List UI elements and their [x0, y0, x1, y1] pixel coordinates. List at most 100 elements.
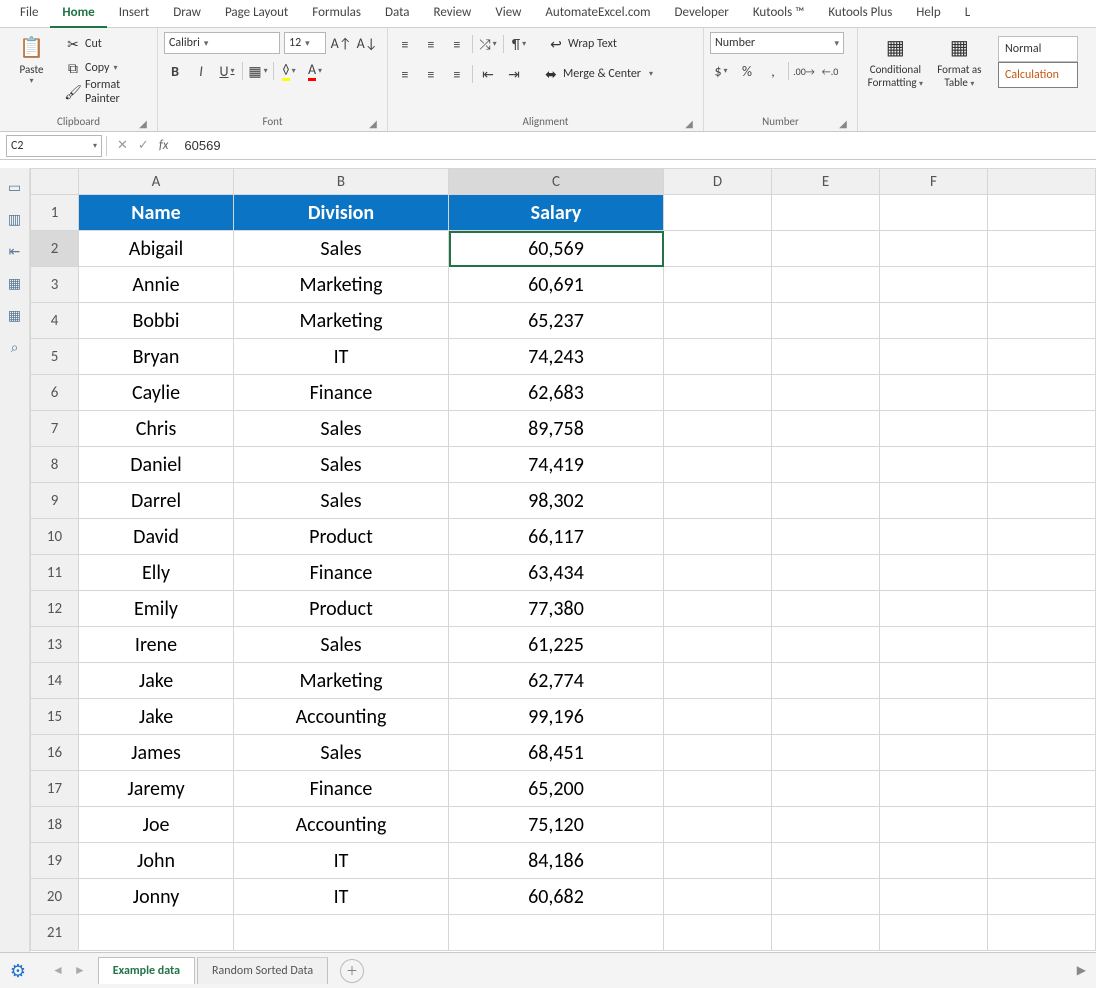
cell[interactable] [664, 663, 772, 699]
cell[interactable] [772, 195, 880, 231]
cell[interactable] [880, 519, 988, 555]
cell[interactable]: 65,200 [449, 771, 664, 807]
underline-button[interactable]: U [216, 60, 238, 82]
decrease-font-button[interactable]: A↓ [356, 32, 378, 54]
cell[interactable]: 62,774 [449, 663, 664, 699]
row-header-9[interactable]: 9 [31, 483, 79, 519]
cell[interactable] [880, 771, 988, 807]
cell[interactable]: 60,691 [449, 267, 664, 303]
rail-icon-6[interactable]: ⌕ [6, 338, 24, 356]
cell[interactable] [880, 807, 988, 843]
row-header-13[interactable]: 13 [31, 627, 79, 663]
cell[interactable] [772, 555, 880, 591]
align-center-button[interactable]: ≡ [420, 63, 442, 85]
row-header-5[interactable]: 5 [31, 339, 79, 375]
cell[interactable]: Marketing [234, 303, 449, 339]
cell[interactable] [880, 699, 988, 735]
cell[interactable]: Daniel [79, 447, 234, 483]
sheet-tab-other[interactable]: Random Sorted Data [197, 957, 328, 984]
border-button[interactable]: ▦ [247, 60, 269, 82]
cell[interactable] [772, 411, 880, 447]
cell[interactable]: Sales [234, 483, 449, 519]
cell[interactable] [880, 267, 988, 303]
cell[interactable]: Caylie [79, 375, 234, 411]
row-header-15[interactable]: 15 [31, 699, 79, 735]
cell[interactable]: 60,682 [449, 879, 664, 915]
cell[interactable]: Darrel [79, 483, 234, 519]
cell[interactable] [988, 519, 1096, 555]
align-right-button[interactable]: ≡ [446, 63, 468, 85]
cell[interactable] [988, 375, 1096, 411]
text-direction-button[interactable]: ¶ [508, 33, 530, 55]
cell[interactable] [880, 555, 988, 591]
cell[interactable]: IT [234, 339, 449, 375]
scroll-right-button[interactable]: ▶ [1077, 963, 1086, 978]
row-header-3[interactable]: 3 [31, 267, 79, 303]
select-all-corner[interactable] [31, 169, 79, 195]
cell[interactable] [664, 771, 772, 807]
settings-button[interactable]: ⚙ [6, 959, 30, 983]
cell[interactable]: 61,225 [449, 627, 664, 663]
paste-button[interactable]: 📋 Paste ▾ [6, 32, 57, 88]
cell[interactable] [772, 771, 880, 807]
tab-kutools-[interactable]: Kutools ™ [741, 0, 817, 28]
row-header-12[interactable]: 12 [31, 591, 79, 627]
cell[interactable] [880, 915, 988, 951]
row-header-21[interactable]: 21 [31, 915, 79, 951]
header-cell[interactable]: Salary [449, 195, 664, 231]
cell[interactable] [772, 231, 880, 267]
increase-font-button[interactable]: A↑ [330, 32, 352, 54]
cell[interactable] [772, 339, 880, 375]
cell[interactable] [664, 267, 772, 303]
conditional-formatting-button[interactable]: ▦ Conditional Formatting ▾ [864, 32, 927, 91]
row-header-8[interactable]: 8 [31, 447, 79, 483]
cell[interactable]: Jake [79, 699, 234, 735]
cell[interactable] [664, 195, 772, 231]
cell[interactable]: 77,380 [449, 591, 664, 627]
col-header-F[interactable]: F [880, 169, 988, 195]
cell[interactable] [772, 375, 880, 411]
increase-decimal-button[interactable]: .00→ [793, 60, 815, 82]
tab-developer[interactable]: Developer [663, 0, 741, 28]
align-middle-button[interactable]: ≡ [420, 33, 442, 55]
cell[interactable]: Sales [234, 447, 449, 483]
row-header-20[interactable]: 20 [31, 879, 79, 915]
cell[interactable]: 68,451 [449, 735, 664, 771]
col-header-B[interactable]: B [234, 169, 449, 195]
wrap-text-button[interactable]: ↩ Wrap Text [546, 32, 619, 56]
col-header-C[interactable]: C [449, 169, 664, 195]
cell[interactable] [988, 771, 1096, 807]
cell[interactable]: 84,186 [449, 843, 664, 879]
font-name-combo[interactable]: Calibri ▾ [164, 32, 280, 54]
cell[interactable]: Marketing [234, 267, 449, 303]
cell[interactable] [664, 555, 772, 591]
cell[interactable]: IT [234, 879, 449, 915]
cell[interactable]: IT [234, 843, 449, 879]
cell[interactable]: Sales [234, 411, 449, 447]
cut-button[interactable]: ✂ Cut [63, 32, 151, 56]
currency-button[interactable]: $ [710, 60, 732, 82]
cell[interactable]: Irene [79, 627, 234, 663]
cancel-formula-button[interactable]: ✕ [117, 138, 128, 153]
add-sheet-button[interactable]: ＋ [340, 959, 364, 983]
cell[interactable]: Joe [79, 807, 234, 843]
cell[interactable] [664, 447, 772, 483]
row-header-14[interactable]: 14 [31, 663, 79, 699]
cell[interactable] [988, 339, 1096, 375]
cell[interactable]: 66,117 [449, 519, 664, 555]
cell[interactable] [664, 591, 772, 627]
cell[interactable] [664, 375, 772, 411]
tab-formulas[interactable]: Formulas [300, 0, 373, 28]
cell[interactable] [880, 447, 988, 483]
cell[interactable] [664, 843, 772, 879]
cell[interactable]: 74,419 [449, 447, 664, 483]
rail-icon-4[interactable]: ▦ [6, 274, 24, 292]
cell[interactable] [772, 303, 880, 339]
format-as-table-button[interactable]: ▦ Format as Table ▾ [933, 32, 986, 91]
decrease-decimal-button[interactable]: ←.0 [819, 60, 841, 82]
header-cell[interactable]: Name [79, 195, 234, 231]
cell[interactable] [880, 303, 988, 339]
format-painter-button[interactable]: 🖌 Format Painter [63, 80, 151, 104]
italic-button[interactable]: I [190, 60, 212, 82]
cell[interactable] [880, 591, 988, 627]
